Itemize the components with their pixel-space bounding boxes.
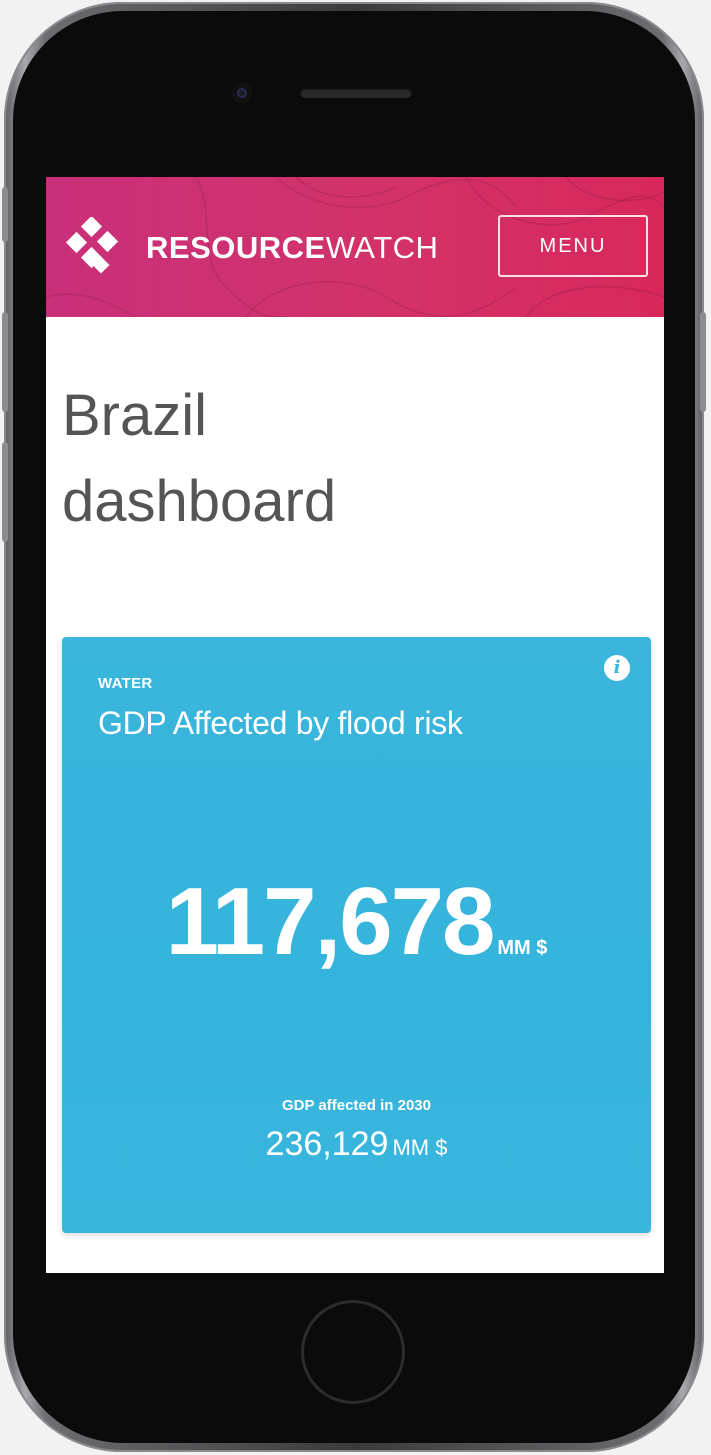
indicator-card[interactable]: i WATER GDP Affected by flood risk 117,6… bbox=[62, 637, 651, 1233]
sub-label: GDP affected in 2030 bbox=[282, 1097, 431, 1114]
sub-value-row: 236,129 MM $ bbox=[62, 1125, 651, 1164]
front-camera bbox=[232, 83, 252, 103]
brand-wordmark-bold: RESOURCE bbox=[146, 230, 326, 265]
main-value: 117,678 bbox=[165, 868, 496, 975]
main-value-row: 117,678 MM $ bbox=[62, 867, 651, 977]
page-title: Brazil dashboard bbox=[62, 373, 622, 545]
site-header: RESOURCEWATCH MENU bbox=[46, 177, 664, 317]
sub-unit: MM $ bbox=[392, 1135, 448, 1160]
menu-button[interactable]: MENU bbox=[498, 215, 648, 277]
earpiece-speaker bbox=[300, 88, 412, 98]
volume-up-button bbox=[2, 312, 8, 412]
main-unit: MM $ bbox=[497, 937, 548, 959]
home-button[interactable] bbox=[301, 1300, 405, 1404]
resourcewatch-logo-icon[interactable] bbox=[62, 217, 126, 281]
brand-wordmark-light: WATCH bbox=[325, 230, 439, 265]
page-title-line2: dashboard bbox=[62, 469, 337, 534]
screen: RESOURCEWATCH MENU Brazil dashboard i WA… bbox=[46, 177, 664, 1273]
card-title: GDP Affected by flood risk bbox=[98, 705, 463, 741]
info-icon[interactable]: i bbox=[604, 655, 630, 681]
sub-value: 236,129 bbox=[265, 1125, 389, 1163]
power-button bbox=[700, 312, 706, 412]
volume-down-button bbox=[2, 442, 8, 542]
mute-switch bbox=[2, 187, 8, 242]
brand-wordmark[interactable]: RESOURCEWATCH bbox=[146, 227, 438, 269]
page-title-line1: Brazil bbox=[62, 383, 208, 448]
card-category: WATER bbox=[98, 675, 153, 692]
